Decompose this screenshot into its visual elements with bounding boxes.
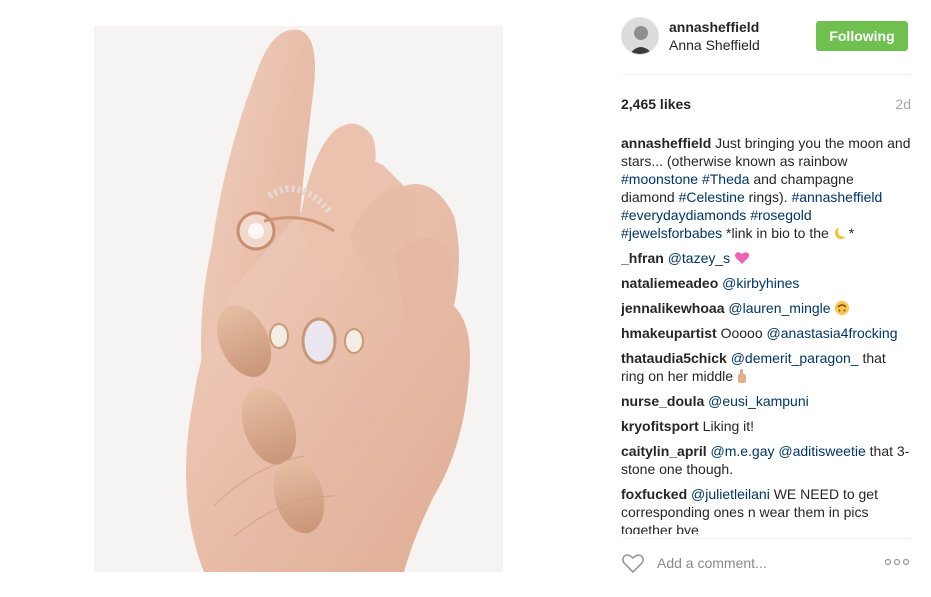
- hashtag-link[interactable]: #Theda: [702, 171, 749, 187]
- comment-item: thataudia5chick @demerit_paragon_ that r…: [621, 349, 911, 385]
- post-photo[interactable]: [94, 26, 503, 572]
- comment-username[interactable]: foxfucked: [621, 486, 687, 502]
- caption-username[interactable]: annasheffield: [621, 135, 711, 151]
- mention-link[interactable]: @m.e.gay: [710, 443, 774, 459]
- comment-item: hmakeupartist Ooooo @anastasia4frocking: [621, 324, 911, 342]
- mention-link[interactable]: @kirbyhines: [722, 275, 799, 291]
- mention-link[interactable]: @lauren_mingle: [728, 300, 830, 316]
- add-comment-input[interactable]: [657, 553, 857, 573]
- hashtag-link[interactable]: #everydaydiamonds: [621, 207, 746, 223]
- comment-username[interactable]: caitylin_april: [621, 443, 707, 459]
- caption-text: rings).: [744, 189, 792, 205]
- comment-item: kryofitsport Liking it!: [621, 417, 911, 435]
- comment-item: nataliemeadeo @kirbyhines: [621, 274, 911, 292]
- comment-item: _hfran @tazey_s: [621, 249, 911, 267]
- mention-link[interactable]: @demerit_paragon_: [731, 350, 859, 366]
- upside-down-face-icon: [835, 301, 850, 315]
- hashtag-link[interactable]: #rosegold: [750, 207, 812, 223]
- comment-username[interactable]: kryofitsport: [621, 418, 699, 434]
- caption-text: *link in bio to the: [722, 225, 833, 241]
- hashtag-link[interactable]: #Celestine: [679, 189, 745, 205]
- hashtag-link[interactable]: #moonstone: [621, 171, 698, 187]
- pointing-hand-icon: [738, 369, 747, 383]
- comment-item: jennalikewhoaa @lauren_mingle: [621, 299, 911, 317]
- comment-username[interactable]: nataliemeadeo: [621, 275, 718, 291]
- crescent-moon-icon: [834, 225, 849, 239]
- post-sidebar: annasheffield Anna Sheffield Following 2…: [621, 0, 911, 597]
- header-full-name: Anna Sheffield: [669, 37, 760, 53]
- header-username[interactable]: annasheffield: [669, 19, 759, 35]
- comment-username[interactable]: jennalikewhoaa: [621, 300, 724, 316]
- post-photo-image: [94, 26, 503, 572]
- avatar[interactable]: [621, 17, 659, 55]
- header-divider: [621, 74, 911, 75]
- hashtag-link[interactable]: #jewelsforbabes: [621, 225, 722, 241]
- mention-link[interactable]: @aditisweetie: [778, 443, 865, 459]
- post-header: annasheffield Anna Sheffield Following: [621, 14, 911, 60]
- comment-item: nurse_doula @eusi_kampuni: [621, 392, 911, 410]
- comment-username[interactable]: _hfran: [621, 250, 664, 266]
- comments-divider: [621, 538, 911, 539]
- avatar-image: [622, 18, 658, 54]
- comment-username[interactable]: hmakeupartist: [621, 325, 717, 341]
- comment-text: Liking it!: [698, 418, 755, 434]
- mention-link[interactable]: @anastasia4frocking: [767, 325, 898, 341]
- caption: annasheffield Just bringing you the moon…: [621, 134, 911, 242]
- more-options-icon[interactable]: [884, 557, 910, 567]
- comments-list: annasheffield Just bringing you the moon…: [621, 134, 911, 534]
- heart-emoji-icon: [735, 252, 750, 264]
- comment-username[interactable]: thataudia5chick: [621, 350, 727, 366]
- caption-text: *: [848, 225, 855, 241]
- hashtag-link[interactable]: #annasheffield: [791, 189, 882, 205]
- comment-username[interactable]: nurse_doula: [621, 393, 704, 409]
- heart-outline-icon[interactable]: [621, 552, 645, 574]
- likes-count[interactable]: 2,465 likes: [621, 96, 691, 112]
- following-button[interactable]: Following: [816, 21, 908, 51]
- post-time[interactable]: 2d: [895, 96, 911, 112]
- comment-text: Ooooo: [716, 325, 767, 341]
- comment-item: caitylin_april @m.e.gay @aditisweetie th…: [621, 442, 911, 478]
- mention-link[interactable]: @julietleilani: [691, 486, 770, 502]
- mention-link[interactable]: @tazey_s: [668, 250, 730, 266]
- comment-item: foxfucked @julietleilani WE NEED to get …: [621, 485, 911, 534]
- mention-link[interactable]: @eusi_kampuni: [708, 393, 809, 409]
- add-comment-bar: [621, 548, 911, 578]
